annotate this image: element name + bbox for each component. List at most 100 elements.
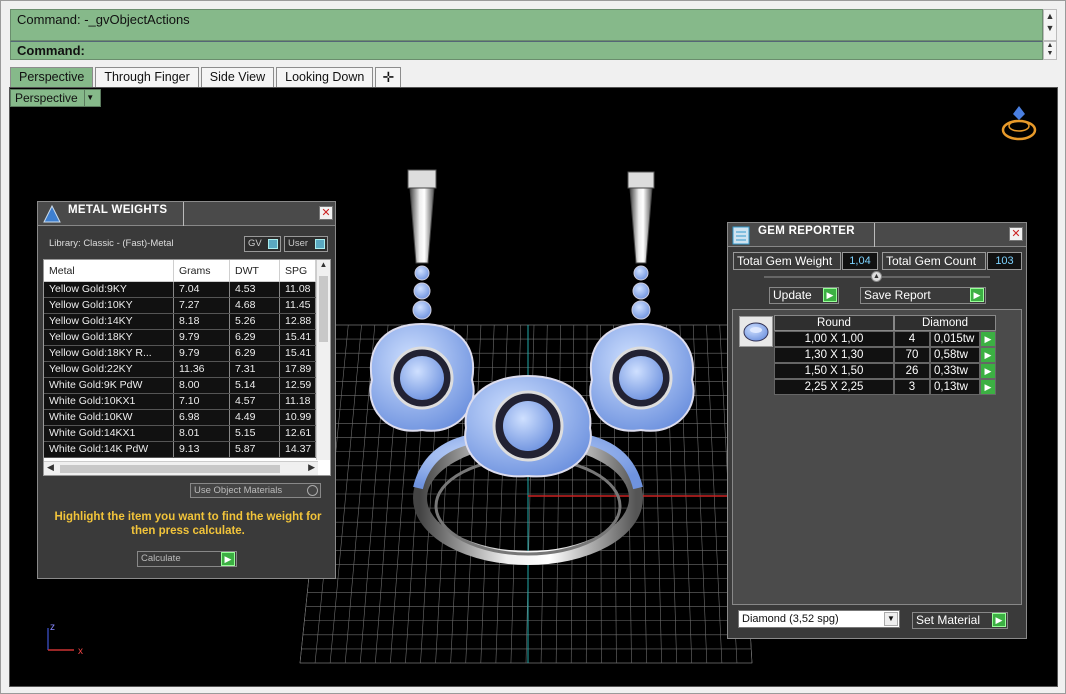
table-row[interactable]: Yellow Gold:14KY 8.18 5.26 12.88	[44, 314, 330, 330]
scroll-right-icon[interactable]: ▶	[308, 462, 315, 473]
play-icon[interactable]: ▶	[992, 613, 1006, 627]
cell-metal: White Gold:10KW	[44, 410, 174, 425]
table-row[interactable]: 1,00 X 1,00 4 0,015tw ▶	[774, 331, 996, 347]
play-icon[interactable]: ▶	[980, 347, 996, 363]
cell-spg: 14.37	[280, 442, 316, 457]
right-earring	[589, 171, 695, 432]
cell-weight: 0,58tw	[930, 347, 980, 363]
command-line-scroll[interactable]: ▲ ▼	[1043, 41, 1057, 60]
metal-weights-title: METAL WEIGHTS	[68, 204, 168, 216]
collapse-icon[interactable]: ▲	[871, 271, 882, 282]
cell-metal: Yellow Gold:18KY	[44, 330, 174, 345]
tab-perspective[interactable]: Perspective	[10, 67, 94, 87]
view-tabs: Perspective Through Finger Side View Loo…	[10, 67, 403, 87]
play-icon[interactable]: ▶	[970, 288, 984, 302]
material-select[interactable]: Diamond (3,52 spg) ▼	[738, 610, 900, 628]
cell-metal: Yellow Gold:18KY R...	[44, 346, 174, 361]
library-label: Library: Classic - (Fast)-Metal	[49, 238, 174, 249]
gem-reporter-titlebar[interactable]: GEM REPORTER ✕	[728, 223, 1026, 247]
update-label: Update	[773, 288, 812, 302]
command-line[interactable]: Command:	[10, 41, 1043, 60]
checkbox-icon[interactable]	[307, 485, 318, 496]
cell-grams: 7.04	[174, 282, 230, 297]
viewport-dropdown-icon[interactable]: ▼	[83, 90, 96, 106]
col-dwt[interactable]: DWT	[230, 260, 280, 281]
cell-size: 1,50 X 1,50	[774, 363, 894, 379]
title-separator	[874, 223, 875, 247]
scroll-left-icon[interactable]: ◀	[47, 462, 54, 473]
cell-metal: White Gold:14KX1	[44, 426, 174, 441]
close-icon[interactable]: ✕	[1009, 227, 1023, 241]
cell-spg: 12.59	[280, 378, 316, 393]
table-row[interactable]: White Gold:14KX1 8.01 5.15 12.61	[44, 426, 330, 442]
col-round: Round	[774, 315, 894, 331]
metal-weights-titlebar[interactable]: METAL WEIGHTS ✕	[38, 202, 335, 226]
tab-side-view[interactable]: Side View	[200, 67, 275, 87]
tab-looking-down[interactable]: Looking Down	[276, 67, 374, 87]
save-report-button[interactable]: Save Report ▶	[860, 287, 986, 304]
cell-weight: 0,13tw	[930, 379, 980, 395]
report-icon	[732, 226, 750, 245]
set-material-button[interactable]: Set Material ▶	[912, 612, 1008, 629]
metal-weights-panel: METAL WEIGHTS ✕ Library: Classic - (Fast…	[37, 201, 336, 579]
col-metal[interactable]: Metal	[44, 260, 174, 281]
chevron-down-icon[interactable]: ▼	[884, 612, 898, 626]
table-row[interactable]: Yellow Gold:9KY 7.04 4.53 11.08	[44, 282, 330, 298]
cell-metal: Yellow Gold:9KY	[44, 282, 174, 297]
hscroll-thumb[interactable]	[60, 465, 280, 473]
cell-dwt: 5.14	[230, 378, 280, 393]
table-row[interactable]: 1,50 X 1,50 26 0,33tw ▶	[774, 363, 996, 379]
table-row[interactable]: Yellow Gold:10KY 7.27 4.68 11.45	[44, 298, 330, 314]
viewport-label[interactable]: Perspective ▼	[10, 89, 101, 107]
metal-table-hscroll[interactable]: ◀ ▶	[44, 461, 318, 475]
table-row[interactable]: White Gold:10KX1 7.10 4.57 11.18	[44, 394, 330, 410]
table-row[interactable]: White Gold:10KW 6.98 4.49 10.99	[44, 410, 330, 426]
gv-toggle[interactable]: GV	[244, 236, 281, 252]
play-icon[interactable]: ▶	[980, 379, 996, 395]
cell-grams: 9.79	[174, 346, 230, 361]
metal-table[interactable]: Metal Grams DWT SPG Yellow Gold:9KY 7.04 4…	[43, 259, 331, 476]
table-row[interactable]: White Gold:14K PdW 9.13 5.87 14.37	[44, 442, 330, 458]
cell-dwt: 4.49	[230, 410, 280, 425]
use-object-materials-label: Use Object Materials	[194, 485, 283, 496]
metal-table-body: Yellow Gold:9KY 7.04 4.53 11.08 Yellow Gold:…	[44, 282, 330, 458]
play-icon[interactable]: ▶	[823, 288, 837, 302]
table-row[interactable]: White Gold:9K PdW 8.00 5.14 12.59	[44, 378, 330, 394]
cell-weight: 0,015tw	[930, 331, 980, 347]
table-row[interactable]: 2,25 X 2,25 3 0,13tw ▶	[774, 379, 996, 395]
table-row[interactable]: Yellow Gold:18KY R... 9.79 6.29 15.41	[44, 346, 330, 362]
cell-grams: 8.01	[174, 426, 230, 441]
gv-toggle-label: GV	[248, 238, 262, 249]
play-icon[interactable]: ▶	[980, 331, 996, 347]
cell-count: 70	[894, 347, 930, 363]
scroll-up-icon[interactable]: ▲	[317, 260, 330, 269]
play-icon[interactable]: ▶	[980, 363, 996, 379]
close-icon[interactable]: ✕	[319, 206, 333, 220]
metal-table-vscroll[interactable]: ▲	[316, 260, 330, 460]
table-row[interactable]: 1,30 X 1,30 70 0,58tw ▶	[774, 347, 996, 363]
instruction-text: Highlight the item you want to find the …	[54, 511, 322, 537]
calculate-button[interactable]: Calculate ▶	[137, 551, 237, 567]
command-history-scroll[interactable]: ▲ ▼	[1043, 9, 1057, 41]
vscroll-thumb[interactable]	[319, 276, 328, 342]
update-button[interactable]: Update ▶	[769, 287, 839, 304]
gem-table[interactable]: Round Diamond 1,00 X 1,00 4 0,015tw ▶ 1,30 X…	[774, 315, 996, 395]
total-gem-count-value: 103	[987, 252, 1022, 270]
cell-dwt: 7.31	[230, 362, 280, 377]
tab-through-finger[interactable]: Through Finger	[95, 67, 199, 87]
col-spg[interactable]: SPG	[280, 260, 316, 281]
play-icon[interactable]: ▶	[221, 552, 235, 566]
cell-size: 2,25 X 2,25	[774, 379, 894, 395]
table-row[interactable]: Yellow Gold:22KY 11.36 7.31 17.89	[44, 362, 330, 378]
use-object-materials-checkbox[interactable]: Use Object Materials	[190, 483, 321, 498]
col-grams[interactable]: Grams	[174, 260, 230, 281]
cell-spg: 12.88	[280, 314, 316, 329]
table-row[interactable]: Yellow Gold:18KY 9.79 6.29 15.41	[44, 330, 330, 346]
gem-table-body: 1,00 X 1,00 4 0,015tw ▶ 1,30 X 1,30 70 0,58tw ▶…	[774, 331, 996, 395]
cell-spg: 12.61	[280, 426, 316, 441]
cell-metal: Yellow Gold:10KY	[44, 298, 174, 313]
cell-spg: 11.45	[280, 298, 316, 313]
add-tab-icon[interactable]: ✛	[375, 67, 402, 87]
cell-size: 1,00 X 1,00	[774, 331, 894, 347]
user-toggle[interactable]: User	[284, 236, 328, 252]
